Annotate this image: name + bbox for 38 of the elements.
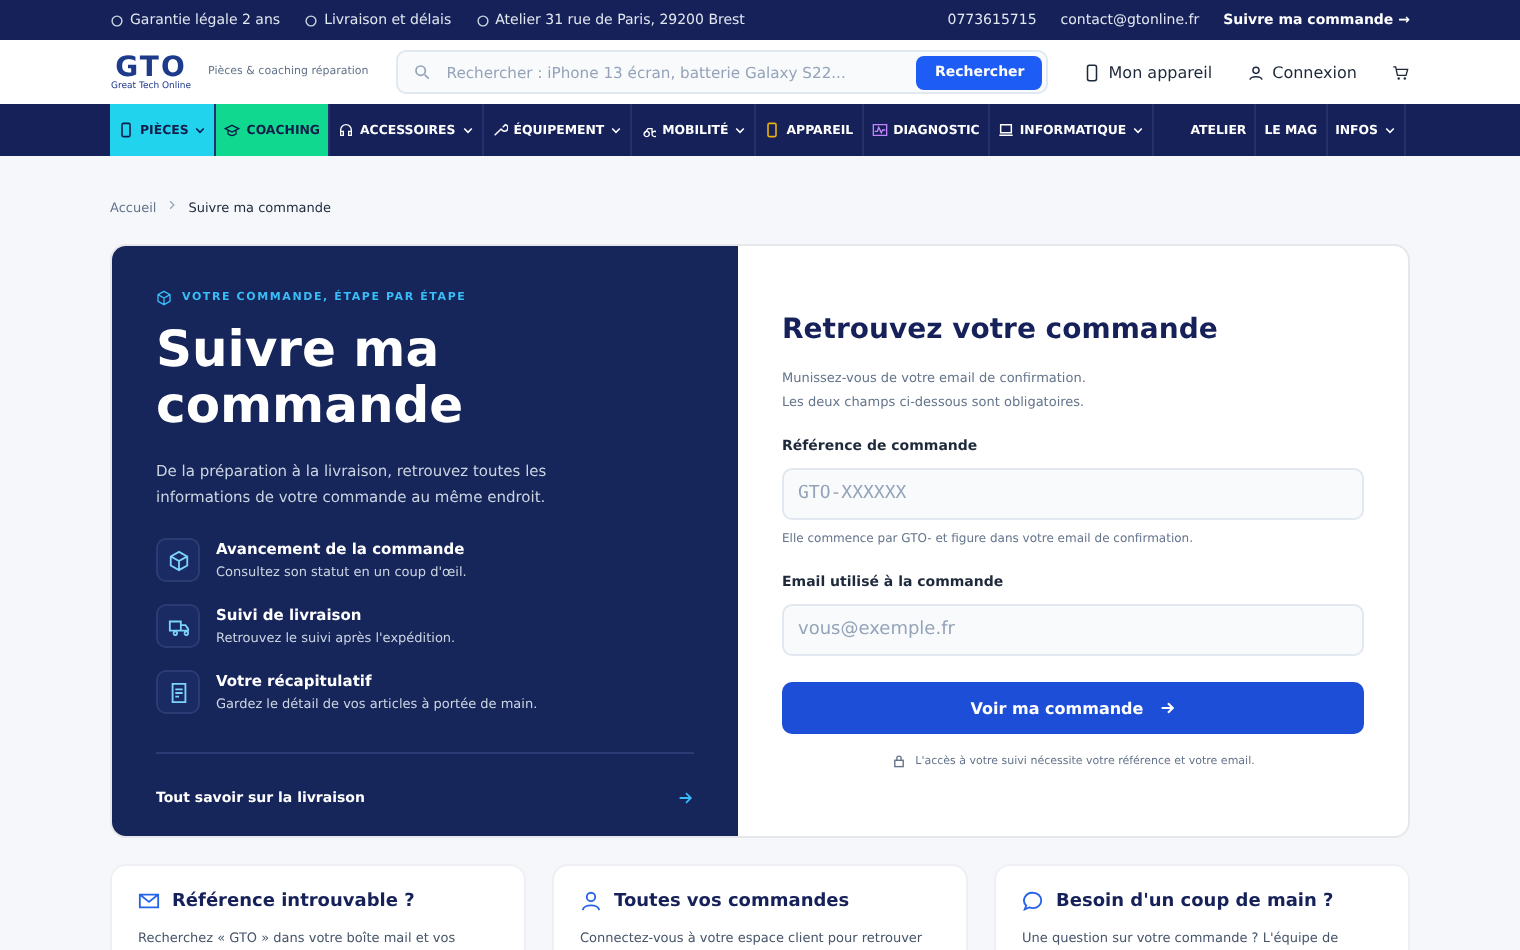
- card-title: Toutes vos commandes: [614, 891, 850, 911]
- page-title: Suivre ma commande: [156, 322, 466, 434]
- chevron-icon: [734, 124, 747, 136]
- chevron-icon: [1384, 124, 1396, 136]
- truck-icon: [156, 604, 200, 648]
- chat-icon: [1022, 890, 1044, 912]
- wrench-icon: [491, 122, 508, 138]
- phone-icon: [118, 122, 134, 138]
- phone-icon: [1084, 63, 1101, 81]
- user-icon: [1248, 63, 1265, 81]
- search-icon: [414, 64, 431, 80]
- cube-icon: [156, 538, 200, 582]
- cap-icon: [224, 122, 241, 138]
- user-icon: [580, 890, 602, 912]
- cube-icon: [156, 290, 172, 306]
- cart-icon[interactable]: [1392, 63, 1410, 81]
- arrow-right-icon: [678, 790, 694, 806]
- card-title: Besoin d'un coup de main ?: [1056, 891, 1334, 911]
- my-device-link[interactable]: Mon appareil: [1084, 63, 1213, 81]
- order-reference-field[interactable]: GTO-XXXXXX: [782, 468, 1364, 520]
- laptop-icon: [997, 122, 1014, 138]
- device-icon: [764, 122, 781, 138]
- pulse-icon: [871, 122, 888, 138]
- email-field[interactable]: vous@exemple.fr: [782, 604, 1364, 656]
- chevron-icon: [610, 124, 623, 136]
- lock-icon: [891, 754, 906, 768]
- form-title: Retrouvez votre commande: [782, 314, 1220, 346]
- card-title: Référence introuvable ?: [172, 891, 415, 911]
- submit-button[interactable]: Voir ma commande: [782, 682, 1364, 734]
- headset-icon: [338, 122, 354, 138]
- mail-icon: [138, 890, 160, 912]
- arrow-right-icon: [1159, 700, 1176, 716]
- chevron-right-icon: [168, 200, 177, 210]
- chevron-icon: [1132, 124, 1145, 136]
- chevron-icon: [461, 124, 474, 136]
- doc-icon: [156, 670, 200, 714]
- login-link[interactable]: Connexion: [1248, 63, 1357, 81]
- chevron-icon: [194, 124, 207, 136]
